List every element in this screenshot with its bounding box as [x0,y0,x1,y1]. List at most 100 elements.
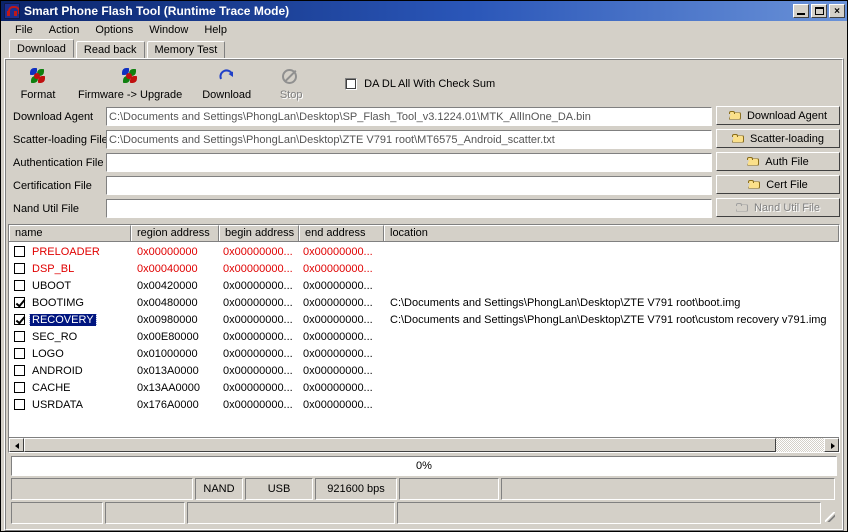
cell-name: DSP_BL [9,263,131,275]
menu-item-file[interactable]: File [7,22,41,38]
row-checkbox[interactable] [14,331,25,342]
tab-memory-test[interactable]: Memory Test [146,41,226,58]
menu-item-action[interactable]: Action [41,22,88,38]
browse-auth-file-label: Auth File [765,155,809,168]
cell-name: BOOTIMG [9,297,131,309]
table-header-row: name region address begin address end ad… [9,225,839,242]
file-fields-column: Download Agent C:\Documents and Settings… [8,106,712,221]
browse-scatter-loading-button[interactable]: Scatter-loading [716,129,840,148]
scatter-loading-value: C:\Documents and Settings\PhongLan\Deskt… [109,133,555,146]
maximize-icon [812,5,826,17]
cell-region-address: 0x176A0000 [137,398,199,411]
format-button-label: Format [20,88,56,101]
table-row[interactable]: BOOTIMG 0x00480000 0x00000000... 0x00000000… [9,294,839,311]
cell-end-address: 0x00000000... [303,262,373,275]
da-dl-checksum-checkbox[interactable]: DA DL All With Check Sum [345,78,495,90]
table-row[interactable]: RECOVERY 0x00980000 0x00000000... 0x0000000… [9,311,839,328]
progress-bar: 0% [11,456,837,476]
download-button[interactable]: Download [192,66,261,103]
firmware-upgrade-button[interactable]: Firmware -> Upgrade [68,66,192,103]
column-header-end-address[interactable]: end address [299,225,384,241]
row-checkbox[interactable] [14,399,25,410]
download-agent-input[interactable]: C:\Documents and Settings\PhongLan\Deskt… [106,107,712,126]
table-row[interactable]: LOGO 0x01000000 0x00000000... 0x00000000... [9,345,839,362]
cell-begin-address: 0x00000000... [223,330,293,343]
row-name-label: PRELOADER [32,245,100,258]
cell-location: C:\Documents and Settings\PhongLan\Deskt… [390,313,827,326]
cell-begin-address: 0x00000000... [223,245,293,258]
download-button-label: Download [202,88,252,101]
column-header-location[interactable]: location [384,225,839,241]
window-title: Smart Phone Flash Tool (Runtime Trace Mo… [24,4,290,18]
table-row[interactable]: UBOOT 0x00420000 0x00000000... 0x00000000..… [9,277,839,294]
browse-scatter-loading-label: Scatter-loading [750,132,824,145]
tab-download[interactable]: Download [9,39,74,58]
status-cell-blank-1 [11,478,193,500]
cell-name: ANDROID [9,365,131,377]
row-checkbox[interactable] [14,348,25,359]
resize-grip-icon[interactable] [823,502,837,524]
table-row[interactable]: DSP_BL 0x00040000 0x00000000... 0x00000000.… [9,260,839,277]
application-window: Smart Phone Flash Tool (Runtime Trace Mo… [0,0,848,532]
minimize-button[interactable] [793,4,809,18]
scrollbar-track[interactable] [24,438,824,452]
status-cell-blank-3 [501,478,835,500]
row-checkbox[interactable] [14,280,25,291]
row-checkbox[interactable] [14,314,25,325]
row-name-label: CACHE [32,381,71,394]
status-bar-row-1: NAND USB 921600 bps [11,478,837,500]
scroll-left-button[interactable] [9,438,24,452]
browse-cert-file-label: Cert File [766,178,808,191]
row-checkbox[interactable] [14,365,25,376]
cell-name: UBOOT [9,280,131,292]
scatter-loading-input[interactable]: C:\Documents and Settings\PhongLan\Deskt… [106,130,712,149]
scrollbar-thumb[interactable] [24,438,776,452]
browse-auth-file-button[interactable]: Auth File [716,152,840,171]
table-row[interactable]: CACHE 0x13AA0000 0x00000000... 0x00000000..… [9,379,839,396]
close-button[interactable]: × [829,4,845,18]
checkbox-box [345,78,358,90]
status-cell-b4 [397,502,821,524]
cell-end-address: 0x00000000... [303,347,373,360]
scroll-right-button[interactable] [824,438,839,452]
row-checkbox[interactable] [14,246,25,257]
stop-icon [282,68,300,86]
cell-end-address: 0x00000000... [303,245,373,258]
row-checkbox[interactable] [14,382,25,393]
table-row[interactable]: USRDATA 0x176A0000 0x00000000... 0x00000000… [9,396,839,413]
menu-item-options[interactable]: Options [87,22,141,38]
menu-item-help[interactable]: Help [196,22,235,38]
tab-read-back[interactable]: Read back [75,41,145,58]
certification-file-input[interactable] [106,176,712,195]
table-row[interactable]: ANDROID 0x013A0000 0x00000000... 0x00000000… [9,362,839,379]
row-checkbox[interactable] [14,297,25,308]
browse-cert-file-button[interactable]: Cert File [716,175,840,194]
menu-item-window[interactable]: Window [141,22,196,38]
app-icon [4,3,20,19]
column-header-region-address[interactable]: region address [131,225,219,241]
horizontal-scrollbar[interactable] [9,437,839,452]
browse-download-agent-button[interactable]: Download Agent [716,106,840,125]
table-row[interactable]: PRELOADER 0x00000000 0x00000000... 0x000000… [9,243,839,260]
maximize-button[interactable] [811,4,827,18]
format-button[interactable]: Format [8,66,68,103]
column-header-begin-address[interactable]: begin address [219,225,299,241]
column-header-name[interactable]: name [9,225,131,241]
cell-begin-address: 0x00000000... [223,262,293,275]
table-row[interactable]: SEC_RO 0x00E80000 0x00000000... 0x00000000.… [9,328,839,345]
cell-region-address: 0x00000000 [137,245,198,258]
row-name-label: DSP_BL [32,262,75,275]
download-agent-label: Download Agent [13,110,94,123]
browse-nand-util-file-button: Nand Util File [716,198,840,217]
folder-icon [748,179,761,190]
tab-panel-inner: Format Firmware -> Upgrade Download Stop [5,59,843,530]
da-dl-checksum-label: DA DL All With Check Sum [364,78,496,90]
nand-util-file-input[interactable] [106,199,712,218]
authentication-file-input[interactable] [106,153,712,172]
status-bar-row-2 [11,502,837,524]
row-checkbox[interactable] [14,263,25,274]
cell-end-address: 0x00000000... [303,398,373,411]
row-name-label: LOGO [32,347,64,360]
scatter-loading-label: Scatter-loading File [13,133,108,146]
field-row-authentication: Authentication File [8,152,712,173]
